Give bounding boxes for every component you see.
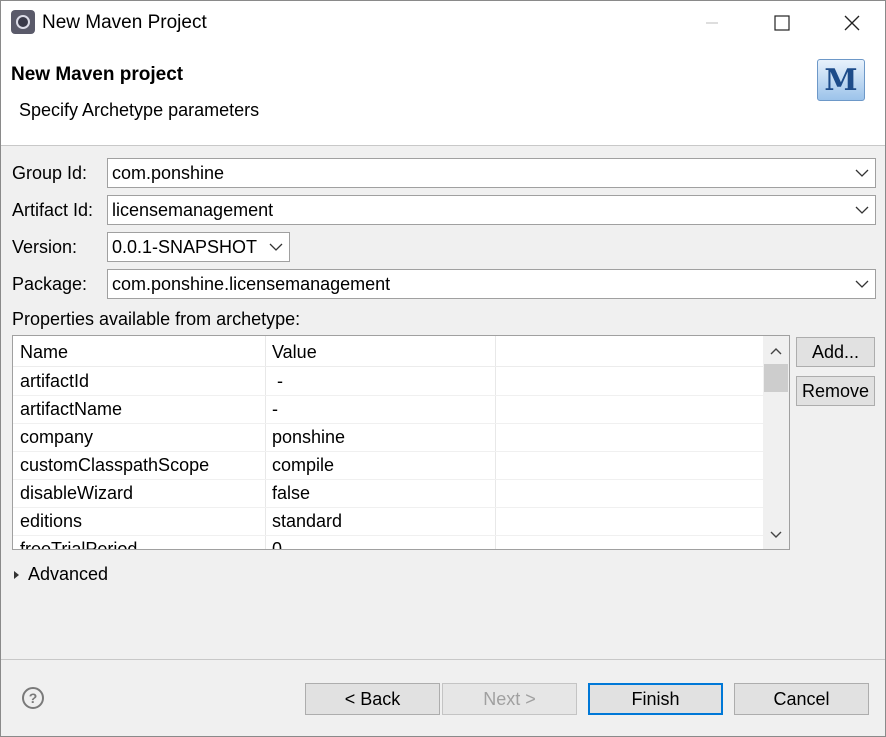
back-button[interactable]: < Back (305, 683, 440, 715)
property-value[interactable]: ponshine (272, 427, 345, 448)
table-row[interactable]: company ponshine (13, 423, 763, 452)
property-name: freeTrialPeriod (20, 539, 138, 550)
version-combo[interactable]: 0.0.1-SNAPSHOT (107, 232, 290, 262)
chevron-down-icon (855, 169, 869, 177)
table-row[interactable]: freeTrialPeriod 0 (13, 535, 763, 550)
artifact-id-value: licensemanagement (112, 200, 274, 220)
maximize-icon (774, 15, 790, 31)
footer-divider (1, 659, 885, 660)
properties-table[interactable]: Name Value artifactId - artifactName - c… (12, 335, 790, 550)
property-value[interactable]: - (272, 399, 278, 420)
artifact-id-label: Artifact Id: (12, 200, 94, 220)
vertical-scrollbar[interactable] (763, 336, 789, 549)
table-row[interactable]: artifactName - (13, 395, 763, 424)
page-subtitle: Specify Archetype parameters (19, 100, 260, 120)
wizard-header: New Maven project Specify Archetype para… (1, 45, 885, 146)
chevron-down-icon (269, 243, 283, 251)
property-value[interactable]: compile (272, 455, 334, 476)
property-value[interactable]: standard (272, 511, 342, 532)
property-name: artifactName (20, 399, 123, 419)
next-button[interactable]: Next > (442, 683, 577, 715)
scrollbar-thumb[interactable] (764, 364, 788, 392)
property-value[interactable]: false (272, 483, 310, 504)
table-row[interactable]: disableWizard false (13, 479, 763, 508)
property-name: disableWizard (20, 483, 134, 503)
artifact-id-combo[interactable]: licensemanagement (107, 195, 876, 225)
help-icon[interactable]: ? (22, 687, 44, 709)
properties-label: Properties available from archetype: (12, 309, 301, 329)
column-header-value[interactable]: Value (272, 342, 317, 363)
close-button[interactable] (817, 1, 885, 45)
chevron-down-icon (855, 206, 869, 214)
new-maven-project-dialog: New Maven Project New Maven project Spec… (0, 0, 886, 737)
scroll-down-icon (770, 531, 782, 538)
maven-logo-icon: M (817, 59, 865, 101)
minimize-button[interactable] (677, 1, 747, 45)
scroll-up-button[interactable] (763, 338, 789, 364)
finish-button[interactable]: Finish (588, 683, 723, 715)
table-header: Name Value (13, 336, 763, 367)
group-id-combo[interactable]: com.ponshine (107, 158, 876, 188)
maximize-button[interactable] (747, 1, 817, 45)
table-row[interactable]: customClasspathScope compile (13, 451, 763, 480)
chevron-down-icon (855, 280, 869, 288)
version-value: 0.0.1-SNAPSHOT (112, 237, 258, 257)
title-bar: New Maven Project (1, 1, 885, 45)
property-name: company (20, 427, 94, 447)
window-title: New Maven Project (42, 12, 207, 33)
expand-triangle-icon (14, 570, 19, 579)
page-title: New Maven project (11, 64, 184, 85)
property-name: editions (20, 511, 83, 531)
advanced-label: Advanced (28, 564, 109, 584)
version-label: Version: (12, 237, 78, 257)
remove-property-button[interactable]: Remove (796, 376, 875, 406)
table-row[interactable]: artifactId - (13, 367, 763, 396)
app-icon (11, 10, 35, 34)
property-value[interactable]: - (277, 371, 283, 392)
property-name: artifactId (20, 371, 90, 391)
add-property-button[interactable]: Add... (796, 337, 875, 367)
scroll-up-icon (770, 348, 782, 355)
close-icon (844, 15, 860, 31)
scroll-down-button[interactable] (763, 522, 789, 548)
advanced-toggle[interactable]: Advanced (13, 564, 108, 585)
property-value[interactable]: 0 (272, 539, 282, 549)
cancel-button[interactable]: Cancel (734, 683, 869, 715)
group-id-value: com.ponshine (112, 163, 225, 183)
column-header-name[interactable]: Name (20, 342, 68, 363)
property-name: customClasspathScope (20, 455, 210, 475)
group-id-label: Group Id: (12, 163, 88, 183)
package-value: com.ponshine.licensemanagement (112, 274, 391, 294)
minimize-icon (706, 22, 718, 24)
table-row[interactable]: editions standard (13, 507, 763, 536)
package-combo[interactable]: com.ponshine.licensemanagement (107, 269, 876, 299)
package-label: Package: (12, 274, 88, 294)
